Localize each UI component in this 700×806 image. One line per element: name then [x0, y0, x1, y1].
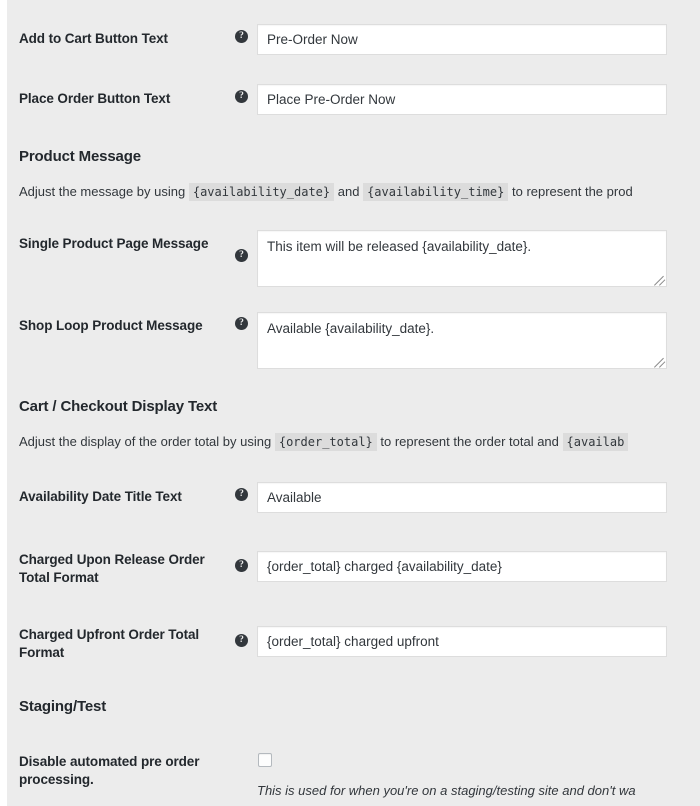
- desc-text: to represent the prod: [511, 184, 633, 199]
- section-desc-cart-checkout: Adjust the display of the order total by…: [19, 432, 629, 452]
- place-order-label: Place Order Button Text: [19, 91, 171, 106]
- section-title-product-message: Product Message: [19, 148, 141, 165]
- add-to-cart-input[interactable]: [257, 24, 667, 55]
- section-title-cart-checkout: Cart / Checkout Display Text: [19, 398, 218, 415]
- single-product-message-label: Single Product Page Message: [19, 236, 209, 251]
- token-availability-time: {availability_time}: [363, 183, 509, 201]
- availability-title-input[interactable]: [257, 482, 667, 513]
- token-availability-date: {availab: [562, 433, 629, 451]
- help-icon[interactable]: ?: [235, 249, 248, 262]
- help-icon[interactable]: ?: [235, 30, 248, 43]
- disable-processing-hint: This is used for when you're on a stagin…: [257, 783, 636, 798]
- shop-loop-message-label: Shop Loop Product Message: [19, 318, 203, 333]
- section-desc-product-message: Adjust the message by using {availabilit…: [19, 182, 633, 202]
- token-availability-date: {availability_date}: [188, 183, 335, 201]
- settings-page: Add to Cart Button Text ? Place Order Bu…: [0, 0, 700, 806]
- charged-upon-release-input[interactable]: [257, 551, 667, 582]
- settings-panel: Add to Cart Button Text ? Place Order Bu…: [7, 0, 700, 806]
- desc-text: Adjust the display of the order total by…: [19, 434, 272, 449]
- section-title-staging: Staging/Test: [19, 698, 107, 715]
- charged-upfront-label: Charged Upfront Order Total Format: [19, 627, 200, 660]
- disable-processing-label: Disable automated pre order processing.: [19, 754, 200, 787]
- charged-upon-release-label: Charged Upon Release Order Total Format: [19, 552, 205, 585]
- shop-loop-message-textarea[interactable]: [257, 312, 667, 369]
- single-product-message-textarea[interactable]: [257, 230, 667, 287]
- desc-text: Adjust the message by using: [19, 184, 186, 199]
- help-icon[interactable]: ?: [235, 559, 248, 572]
- desc-text: to represent the order total and: [380, 434, 559, 449]
- charged-upfront-input[interactable]: [257, 626, 667, 657]
- help-icon[interactable]: ?: [235, 90, 248, 103]
- place-order-input[interactable]: [257, 84, 667, 115]
- desc-text: and: [337, 184, 360, 199]
- help-icon[interactable]: ?: [235, 317, 248, 330]
- availability-title-label: Availability Date Title Text: [19, 489, 182, 504]
- add-to-cart-label: Add to Cart Button Text: [19, 31, 168, 46]
- disable-processing-checkbox[interactable]: [258, 753, 272, 767]
- help-icon[interactable]: ?: [235, 634, 248, 647]
- token-order-total: {order_total}: [274, 433, 377, 451]
- help-icon[interactable]: ?: [235, 488, 248, 501]
